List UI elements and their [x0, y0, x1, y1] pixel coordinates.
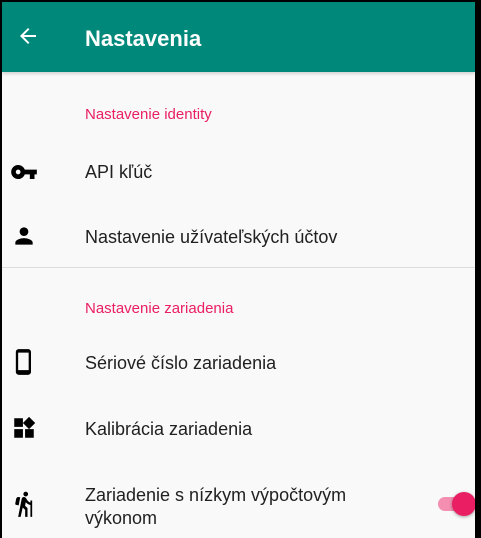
- widgets-icon: [10, 414, 38, 442]
- settings-item-calibration[interactable]: Kalibrácia zariadenia: [2, 406, 475, 452]
- settings-item-user-accounts[interactable]: Nastavenie užívateľských účtov: [2, 214, 475, 260]
- settings-screen: Nastavenia Nastavenie identity API kľúč …: [0, 0, 481, 538]
- low-performance-toggle[interactable]: [438, 492, 475, 516]
- arrow-left-icon: [20, 28, 36, 44]
- settings-item-low-performance[interactable]: Zariadenie s nízkym výpočtovým výkonom: [2, 476, 475, 536]
- hiking-icon: [10, 490, 38, 518]
- settings-item-label: Nastavenie užívateľských účtov: [85, 227, 338, 247]
- section-header-identity: Nastavenie identity: [85, 106, 212, 123]
- settings-item-label: Kalibrácia zariadenia: [85, 419, 253, 439]
- settings-item-label-line1: Zariadenie s nízkym výpočtovým: [85, 485, 347, 505]
- app-bar: Nastavenia: [2, 2, 475, 72]
- settings-item-api-key[interactable]: API kľúč: [2, 149, 475, 195]
- settings-item-serial-number[interactable]: Sériové číslo zariadenia: [2, 340, 475, 386]
- page-title: Nastavenia: [85, 26, 202, 51]
- settings-item-label: Sériové číslo zariadenia: [85, 353, 277, 373]
- person-icon: [10, 222, 38, 250]
- settings-item-label: API kľúč: [85, 162, 153, 182]
- back-button[interactable]: [8, 16, 48, 56]
- toggle-thumb: [452, 492, 475, 516]
- settings-item-label-line2: výkonom: [85, 508, 158, 528]
- section-divider: [2, 267, 475, 268]
- key-icon: [10, 158, 38, 186]
- phone-icon: [10, 348, 38, 376]
- section-header-device: Nastavenie zariadenia: [85, 300, 234, 317]
